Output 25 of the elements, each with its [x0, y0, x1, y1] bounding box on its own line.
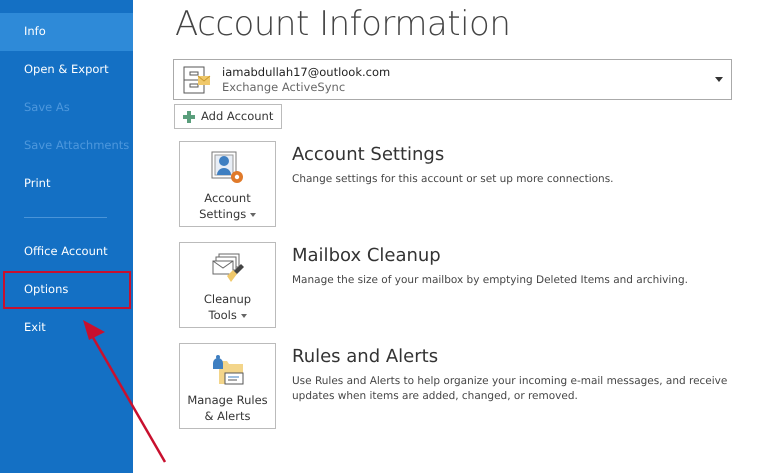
tile-button[interactable]: Account Settings: [179, 141, 276, 228]
tile-button[interactable]: Cleanup Tools: [179, 242, 276, 328]
sidebar-item[interactable]: Info: [0, 13, 133, 51]
section-description: Change settings for this account or set up more connections.: [292, 172, 614, 187]
section-heading: Account Settings: [292, 144, 446, 166]
tile-button[interactable]: Manage Rules & Alerts: [179, 343, 276, 430]
section-description: Manage the size of your mailbox by emptying Deleted Items and archiving.: [292, 272, 688, 288]
section-description: Use Rules and Alerts to help organize your incoming e-mail messages, and receive updates when items are added, changed, or removed.: [292, 374, 728, 404]
account-dropdown[interactable]: iamabdullah17@outlook.com Exchange ActiveSync: [173, 59, 732, 100]
person-gear-icon: [210, 151, 244, 186]
sidebar-item[interactable]: Office Account: [0, 233, 133, 271]
section-heading: Rules and Alerts: [292, 346, 440, 368]
page-title: Account Information: [175, 6, 512, 44]
add-account-button[interactable]: Add Account: [174, 104, 282, 130]
sidebar-item[interactable]: Exit: [0, 309, 133, 347]
file-cabinet-icon: [182, 64, 212, 95]
caret-icon: [715, 77, 723, 82]
sidebar-item[interactable]: Options: [3, 271, 131, 309]
sidebar-item[interactable]: Print: [0, 165, 133, 203]
account-type: Exchange ActiveSync: [222, 80, 346, 95]
plus-icon: [183, 110, 195, 123]
folder-bell-icon: [210, 353, 244, 388]
section-heading: Mailbox Cleanup: [292, 245, 442, 267]
account-email: iamabdullah17@outlook.com: [222, 64, 392, 80]
sidebar-item[interactable]: Open & Export: [0, 51, 133, 89]
